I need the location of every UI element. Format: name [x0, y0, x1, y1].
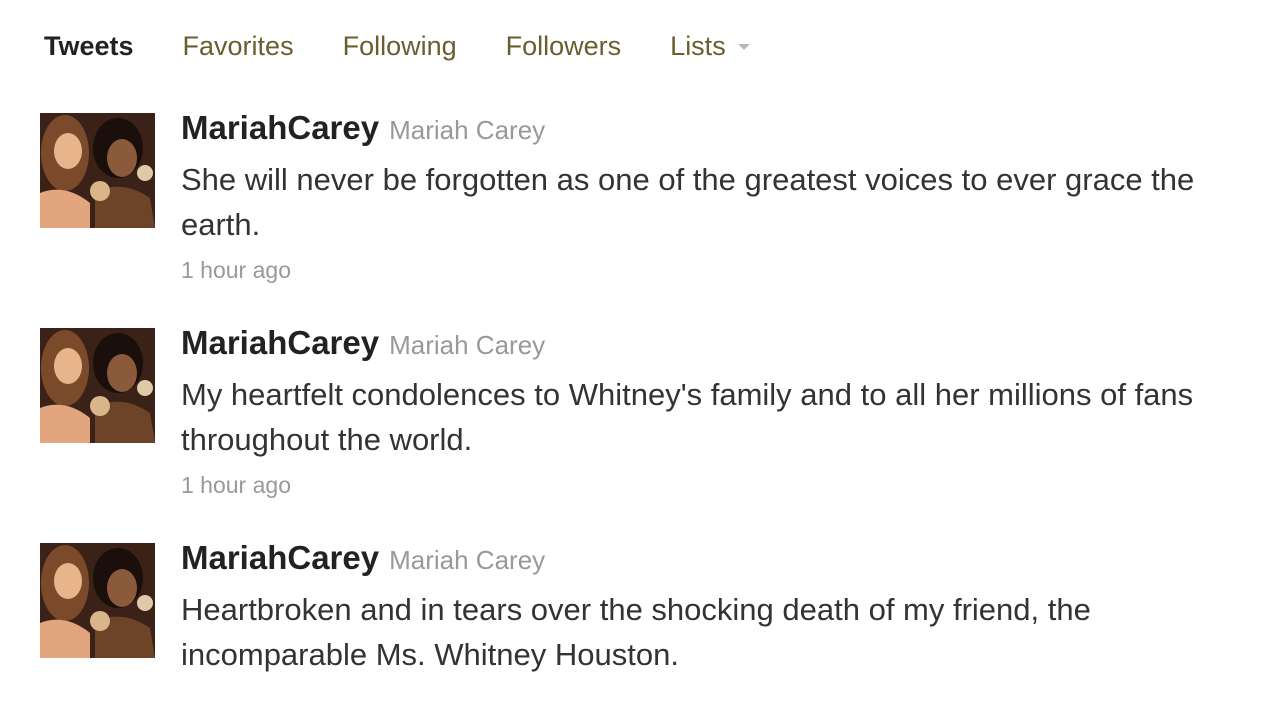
- screen-name[interactable]: MariahCarey: [181, 109, 379, 146]
- avatar[interactable]: [40, 328, 155, 443]
- tweet-text: She will never be forgotten as one of th…: [181, 162, 1195, 242]
- tab-lists[interactable]: Lists: [670, 28, 750, 64]
- tweet-timestamp[interactable]: 1 hour ago: [181, 470, 1251, 500]
- tab-tweets[interactable]: Tweets: [44, 28, 134, 64]
- avatar[interactable]: [40, 113, 155, 228]
- tab-followers[interactable]: Followers: [506, 28, 622, 64]
- tweet-timestamp[interactable]: 1 hour ago: [181, 255, 1251, 285]
- tweet-header: MariahCarey Mariah Carey: [181, 540, 1251, 583]
- full-name: Mariah Carey: [389, 545, 546, 575]
- avatar[interactable]: [40, 543, 155, 658]
- tab-favorites[interactable]: Favorites: [183, 28, 294, 64]
- tab-following[interactable]: Following: [343, 28, 457, 64]
- tab-lists-label: Lists: [670, 31, 726, 61]
- tweet-text: My heartfelt condolences to Whitney's fa…: [181, 377, 1194, 457]
- tweet-content: MariahCarey Mariah Carey She will never b…: [181, 110, 1251, 285]
- tweet-content: MariahCarey Mariah Carey My heartfelt con…: [181, 325, 1251, 500]
- full-name: Mariah Carey: [389, 115, 546, 145]
- profile-timeline: Tweets Favorites Following Followers Lis…: [0, 0, 1280, 720]
- tweet-header: MariahCarey Mariah Carey: [181, 110, 1251, 153]
- chevron-down-icon[interactable]: [737, 44, 750, 50]
- tweet-header: MariahCarey Mariah Carey: [181, 325, 1251, 368]
- screen-name[interactable]: MariahCarey: [181, 539, 379, 576]
- full-name: Mariah Carey: [389, 330, 546, 360]
- screen-name[interactable]: MariahCarey: [181, 324, 379, 361]
- timeline-tabs: Tweets Favorites Following Followers Lis…: [44, 28, 799, 64]
- tweet-text: Heartbroken and in tears over the shocki…: [181, 592, 1091, 672]
- tweet-content: MariahCarey Mariah Carey Heartbroken and …: [181, 540, 1251, 677]
